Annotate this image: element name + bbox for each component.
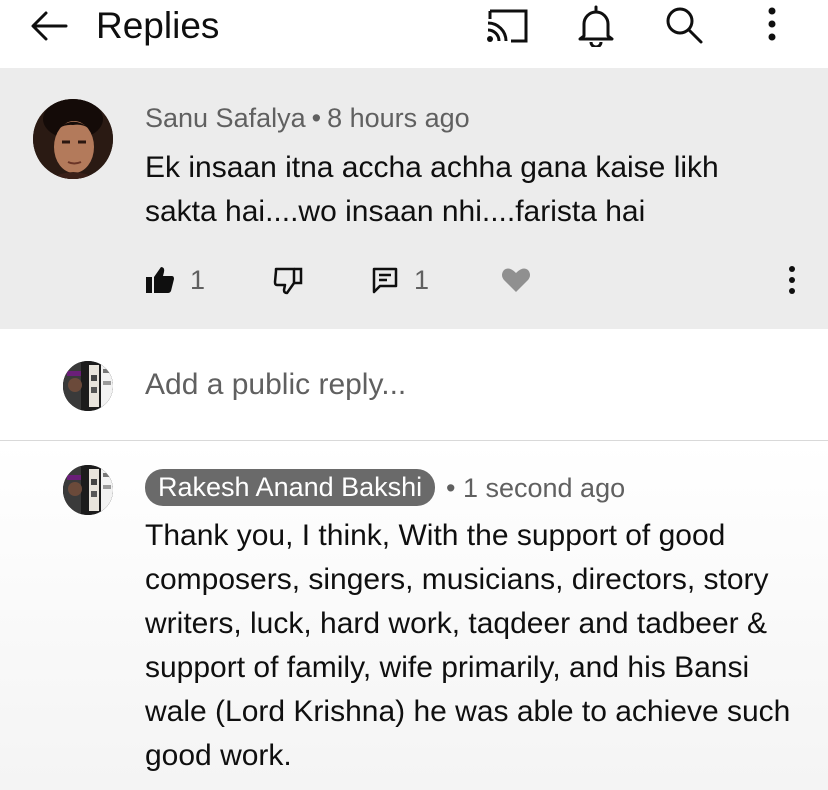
- reply-text: Thank you, I think, With the support of …: [145, 519, 791, 772]
- more-vertical-icon[interactable]: [750, 3, 794, 47]
- add-reply-input[interactable]: Add a public reply...: [145, 365, 406, 405]
- reply-count: 1: [414, 264, 430, 295]
- commenter-avatar[interactable]: [33, 99, 113, 179]
- comment-action-bar: 1 1: [0, 258, 828, 302]
- top-app-bar: Replies: [0, 0, 828, 68]
- comment-meta: Sanu Safalya • 8 hours ago: [145, 101, 470, 135]
- reply-timestamp: 1 second ago: [462, 473, 626, 503]
- reply-icon: [370, 265, 400, 295]
- meta-separator: •: [311, 103, 322, 133]
- like-count: 1: [190, 264, 206, 295]
- cast-icon[interactable]: [484, 3, 532, 47]
- heart-icon: [500, 264, 532, 296]
- comment-author[interactable]: Sanu Safalya: [145, 103, 306, 133]
- page-title: Replies: [96, 5, 220, 46]
- reply-comment: Rakesh Anand Bakshi • 1 second ago Thank…: [0, 442, 828, 790]
- reply-author-chip[interactable]: Rakesh Anand Bakshi: [145, 469, 436, 506]
- user-avatar[interactable]: [63, 361, 113, 411]
- meta-separator: •: [446, 473, 456, 503]
- comment-timestamp: 8 hours ago: [327, 103, 470, 133]
- reply-count-button[interactable]: 1: [370, 258, 429, 302]
- back-arrow-icon[interactable]: [28, 8, 72, 44]
- more-vertical-icon: [780, 264, 804, 296]
- like-button[interactable]: 1: [144, 258, 205, 302]
- thumbs-down-icon: [272, 264, 304, 296]
- add-reply-row: Add a public reply...: [0, 329, 828, 441]
- dislike-button[interactable]: [272, 258, 304, 302]
- heart-button[interactable]: [500, 258, 532, 302]
- comment-more-button[interactable]: [780, 258, 804, 302]
- reply-meta: • 1 second ago: [446, 471, 625, 505]
- parent-comment: Sanu Safalya • 8 hours ago Ek insaan itna …: [0, 68, 828, 329]
- reply-author-avatar[interactable]: [63, 465, 113, 515]
- bell-icon[interactable]: [572, 3, 620, 49]
- comment-text: Ek insaan itna accha achha gana kaise li…: [145, 151, 719, 228]
- search-icon[interactable]: [660, 3, 708, 47]
- thumbs-up-icon: [144, 264, 176, 296]
